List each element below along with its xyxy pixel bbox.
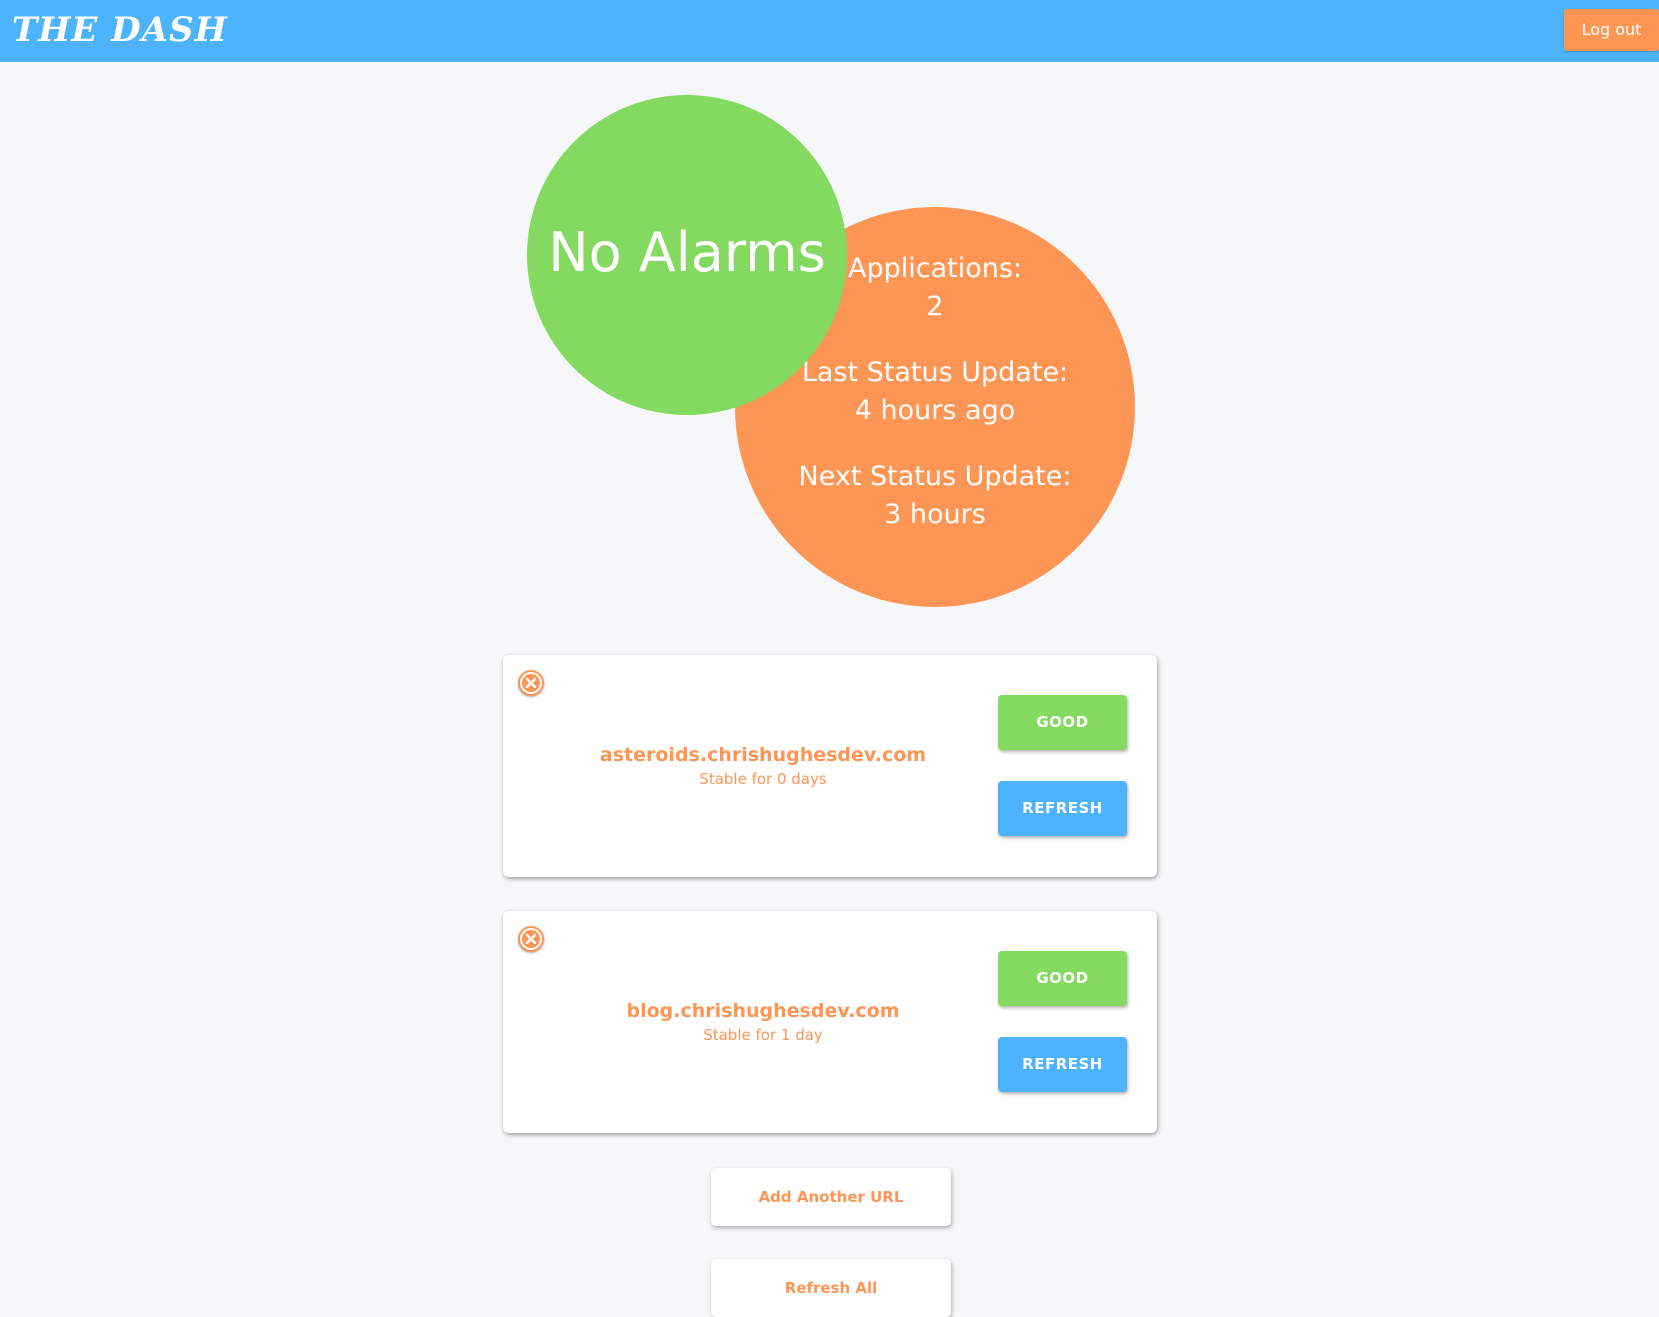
status-good-button[interactable]: GOOD: [998, 695, 1127, 750]
remove-app-button[interactable]: [518, 670, 544, 696]
app-stable-text: Stable for 1 day: [703, 1026, 823, 1044]
top-nav-bar: THE DASH Log out: [0, 0, 1659, 62]
next-update-value: 3 hours: [884, 499, 986, 530]
remove-app-button[interactable]: [518, 926, 544, 952]
refresh-all-button[interactable]: Refresh All: [711, 1259, 951, 1317]
logout-button[interactable]: Log out: [1564, 9, 1659, 51]
app-card: asteroids.chrishughesdev.com Stable for …: [503, 655, 1157, 877]
status-good-button[interactable]: GOOD: [998, 951, 1127, 1006]
close-icon: [520, 672, 542, 694]
refresh-button[interactable]: REFRESH: [998, 781, 1127, 836]
app-card: blog.chrishughesdev.com Stable for 1 day…: [503, 911, 1157, 1133]
app-logo[interactable]: THE DASH: [12, 8, 228, 52]
next-update-label: Next Status Update:: [798, 461, 1072, 492]
app-url-link[interactable]: asteroids.chrishughesdev.com: [503, 742, 1023, 768]
app-url-link[interactable]: blog.chrishughesdev.com: [503, 998, 1023, 1024]
close-icon: [520, 928, 542, 950]
last-update-value: 4 hours ago: [854, 395, 1016, 426]
add-url-button[interactable]: Add Another URL: [711, 1168, 951, 1226]
alarm-status-text: No Alarms: [548, 221, 826, 284]
app-stable-text: Stable for 0 days: [699, 770, 827, 788]
alarm-status-circle: No Alarms: [527, 95, 847, 415]
refresh-button[interactable]: REFRESH: [998, 1037, 1127, 1092]
